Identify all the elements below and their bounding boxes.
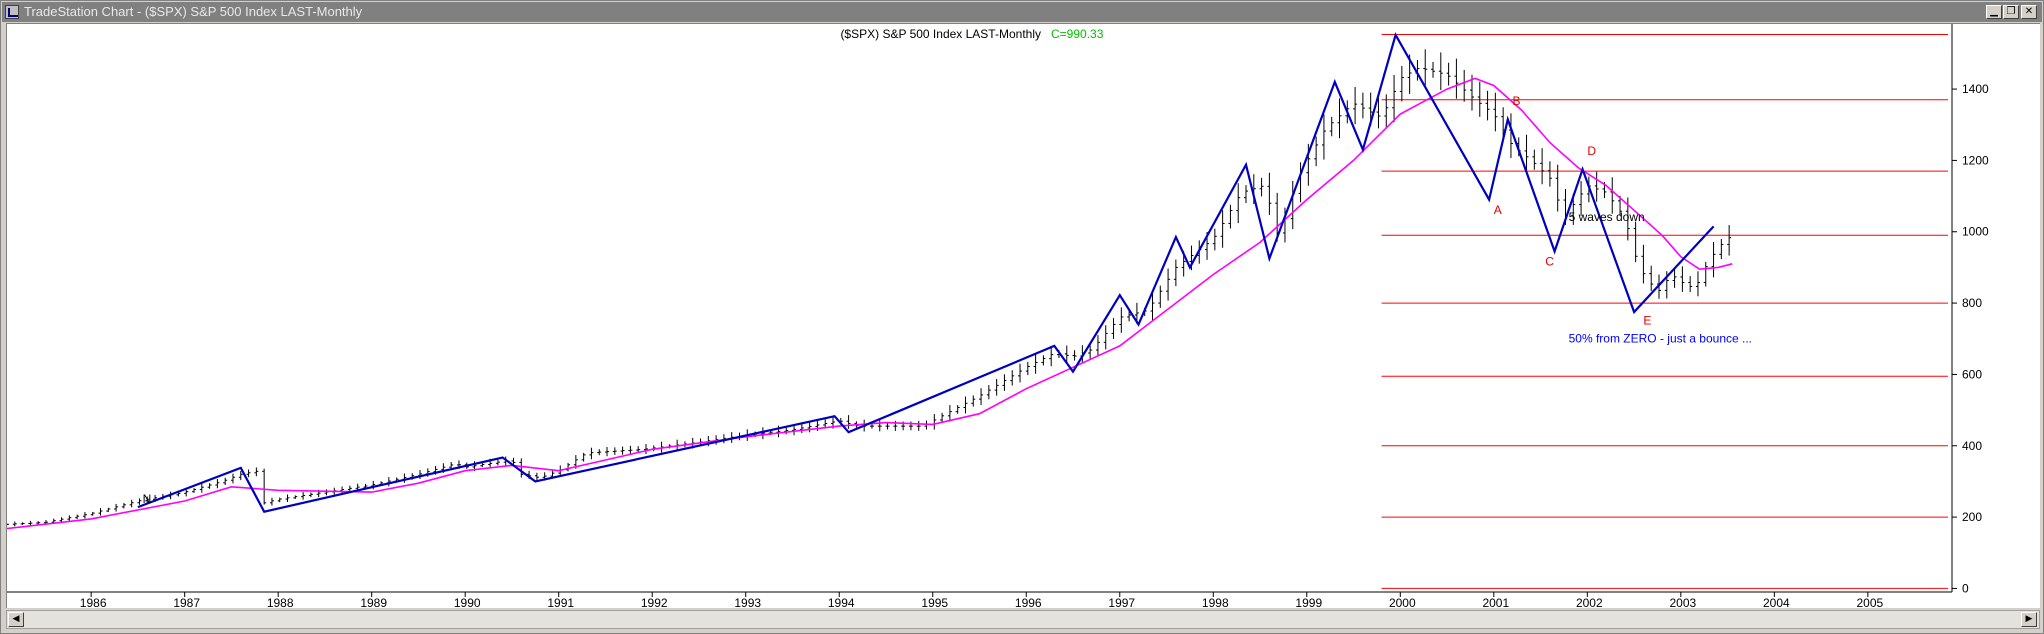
annotation-0: A xyxy=(1494,203,1502,217)
horizontal-scrollbar[interactable]: ◀ ▶ xyxy=(6,610,2040,629)
y-tick-label-6: 1200 xyxy=(1962,153,1989,167)
y-tick-label-3: 600 xyxy=(1962,367,1982,381)
y-tick-label-4: 800 xyxy=(1962,296,1982,310)
x-tick-label-0: 1986 xyxy=(80,596,107,609)
x-tick-label-1: 1987 xyxy=(173,596,200,609)
x-tick-label-8: 1994 xyxy=(828,596,855,609)
x-tick-label-14: 2000 xyxy=(1389,596,1416,609)
chart-title: ($SPX) S&P 500 Index LAST-Monthly xyxy=(840,27,1041,41)
x-tick-label-18: 2004 xyxy=(1763,596,1790,609)
y-tick-label-1: 200 xyxy=(1962,510,1982,524)
x-tick-label-12: 1998 xyxy=(1202,596,1229,609)
x-tick-label-6: 1992 xyxy=(641,596,668,609)
scroll-left-icon[interactable]: ◀ xyxy=(8,612,24,627)
restore-icon[interactable]: ❐ xyxy=(2003,5,2019,19)
annotation-6: 50% from ZERO - just a bounce ... xyxy=(1569,331,1752,345)
x-tick-label-16: 2002 xyxy=(1576,596,1603,609)
x-tick-label-4: 1990 xyxy=(454,596,481,609)
x-tick-label-3: 1989 xyxy=(360,596,387,609)
minimize-icon[interactable]: ▁ xyxy=(1986,5,2002,19)
scroll-right-icon[interactable]: ▶ xyxy=(2021,612,2037,627)
x-tick-label-11: 1997 xyxy=(1108,596,1135,609)
x-tick-label-7: 1993 xyxy=(734,596,761,609)
x-tick-label-2: 1988 xyxy=(267,596,294,609)
annotation-4: E xyxy=(1643,313,1651,327)
title-bar[interactable]: TradeStation Chart - ($SPX) S&P 500 Inde… xyxy=(2,2,2042,22)
window-title: TradeStation Chart - ($SPX) S&P 500 Inde… xyxy=(24,4,363,19)
x-tick-label-13: 1999 xyxy=(1295,596,1322,609)
close-icon[interactable]: ✕ xyxy=(2021,5,2037,19)
x-tick-label-9: 1995 xyxy=(921,596,948,609)
x-tick-label-5: 1991 xyxy=(547,596,574,609)
annotation-1: B xyxy=(1513,94,1521,108)
y-tick-label-0: 0 xyxy=(1962,581,1969,595)
chart-window: TradeStation Chart - ($SPX) S&P 500 Inde… xyxy=(0,0,2044,634)
annotation-5: 5 waves down xyxy=(1569,210,1645,224)
x-tick-label-10: 1996 xyxy=(1015,596,1042,609)
y-tick-label-7: 1400 xyxy=(1962,82,1989,96)
y-tick-label-2: 400 xyxy=(1962,439,1982,453)
price-chart: 0 200 400 600 800 1000 1200 1400 1986 1987 1988 198… xyxy=(7,24,1989,609)
moving-average-line xyxy=(7,77,1733,530)
annotation-2: C xyxy=(1545,255,1554,269)
wave-line xyxy=(137,32,1715,513)
annotation-7: N xyxy=(143,492,152,506)
close-value-label: C=990.33 xyxy=(1051,27,1104,41)
annotation-3: D xyxy=(1587,144,1596,158)
y-tick-label-5: 1000 xyxy=(1962,225,1989,239)
app-icon[interactable] xyxy=(5,5,19,19)
x-tick-label-15: 2001 xyxy=(1482,596,1509,609)
x-tick-label-17: 2003 xyxy=(1669,596,1696,609)
x-tick-label-19: 2005 xyxy=(1856,596,1883,609)
chart-area[interactable]: 0 200 400 600 800 1000 1200 1400 1986 1987 1988 198… xyxy=(6,23,2040,609)
